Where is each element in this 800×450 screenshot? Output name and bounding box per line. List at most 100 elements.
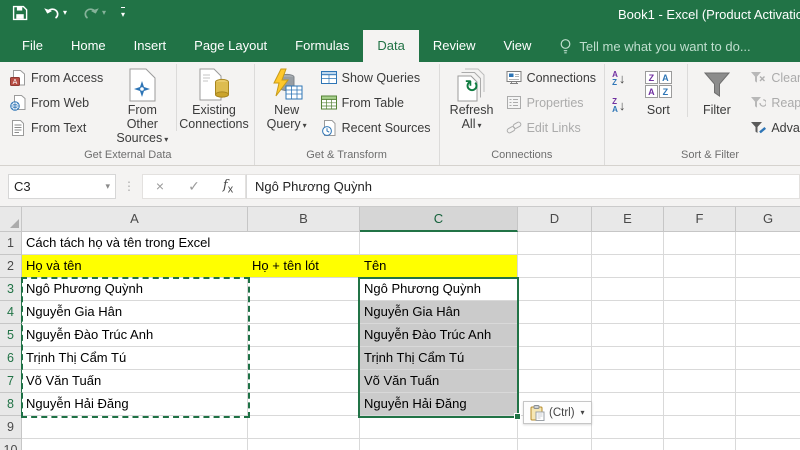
cell-F1[interactable] xyxy=(664,232,736,255)
cell-B1[interactable] xyxy=(248,232,360,255)
cell-E2[interactable] xyxy=(592,255,664,278)
cell-A6[interactable]: Trịnh Thị Cẩm Tú xyxy=(22,347,248,370)
row-header-6[interactable]: 6 xyxy=(0,347,22,370)
filter-button[interactable]: Filter xyxy=(687,64,745,117)
cell-C9[interactable] xyxy=(360,416,518,439)
row-header-4[interactable]: 4 xyxy=(0,301,22,324)
cell-A7[interactable]: Võ Văn Tuấn xyxy=(22,370,248,393)
cell-G3[interactable] xyxy=(736,278,800,301)
insert-function-icon[interactable]: fx xyxy=(211,177,245,196)
cell-F2[interactable] xyxy=(664,255,736,278)
cell-E3[interactable] xyxy=(592,278,664,301)
tab-view[interactable]: View xyxy=(489,30,545,62)
cell-A10[interactable] xyxy=(22,439,248,450)
cell-G6[interactable] xyxy=(736,347,800,370)
cell-B3[interactable] xyxy=(248,278,360,301)
row-header-2[interactable]: 2 xyxy=(0,255,22,278)
cell-B6[interactable] xyxy=(248,347,360,370)
cell-G7[interactable] xyxy=(736,370,800,393)
redo-button[interactable]: ▾ xyxy=(82,6,106,20)
column-header-F[interactable]: F xyxy=(664,207,736,232)
tab-data[interactable]: Data xyxy=(363,30,419,62)
cell-C10[interactable] xyxy=(360,439,518,450)
cell-E9[interactable] xyxy=(592,416,664,439)
cell-F3[interactable] xyxy=(664,278,736,301)
sort-ascending-button[interactable]: AZ ↓ xyxy=(608,65,629,92)
fill-handle[interactable] xyxy=(514,413,521,420)
save-button[interactable] xyxy=(12,5,28,21)
paste-options-button[interactable]: (Ctrl) ▾ xyxy=(523,401,592,424)
from-other-sources-button[interactable]: From Other Sources ▾ xyxy=(108,64,176,147)
row-header-10[interactable]: 10 xyxy=(0,439,22,450)
cell-G9[interactable] xyxy=(736,416,800,439)
tell-me-box[interactable]: Tell me what you want to do... xyxy=(559,30,751,62)
sort-descending-button[interactable]: ZA ↓ xyxy=(608,92,629,119)
cell-D6[interactable] xyxy=(518,347,592,370)
row-header-1[interactable]: 1 xyxy=(0,232,22,255)
show-queries-button[interactable]: Show Queries xyxy=(316,65,436,90)
cell-C6[interactable]: Trịnh Thị Cẩm Tú xyxy=(360,347,518,370)
cell-F8[interactable] xyxy=(664,393,736,416)
redo-dropdown-icon[interactable]: ▾ xyxy=(102,9,106,17)
cell-A8[interactable]: Nguyễn Hải Đăng xyxy=(22,393,248,416)
column-header-A[interactable]: A xyxy=(22,207,248,232)
name-box-dropdown-icon[interactable]: ▾ xyxy=(105,181,110,192)
cell-G4[interactable] xyxy=(736,301,800,324)
refresh-all-button[interactable]: ↻ Refresh All ▾ xyxy=(443,64,501,133)
cell-A4[interactable]: Nguyễn Gia Hân xyxy=(22,301,248,324)
tab-page-layout[interactable]: Page Layout xyxy=(180,30,281,62)
cell-E10[interactable] xyxy=(592,439,664,450)
from-web-button[interactable]: From Web xyxy=(5,90,108,115)
cell-C4[interactable]: Nguyễn Gia Hân xyxy=(360,301,518,324)
cell-D3[interactable] xyxy=(518,278,592,301)
cell-D7[interactable] xyxy=(518,370,592,393)
column-header-C[interactable]: C xyxy=(360,207,518,232)
tab-file[interactable]: File xyxy=(8,30,57,62)
cell-C8[interactable]: Nguyễn Hải Đăng xyxy=(360,393,518,416)
properties-button[interactable]: Properties xyxy=(501,90,602,115)
cell-F5[interactable] xyxy=(664,324,736,347)
cell-E8[interactable] xyxy=(592,393,664,416)
recent-sources-button[interactable]: Recent Sources xyxy=(316,115,436,140)
cell-E1[interactable] xyxy=(592,232,664,255)
existing-connections-button[interactable]: Existing Connections xyxy=(176,64,250,131)
cell-D4[interactable] xyxy=(518,301,592,324)
cell-C7[interactable]: Võ Văn Tuấn xyxy=(360,370,518,393)
reapply-filter-button[interactable]: Reapply xyxy=(745,90,800,115)
new-query-button[interactable]: New Query ▾ xyxy=(258,64,316,133)
cancel-icon[interactable]: × xyxy=(143,178,177,194)
tab-review[interactable]: Review xyxy=(419,30,490,62)
cell-B4[interactable] xyxy=(248,301,360,324)
connections-button[interactable]: Connections xyxy=(501,65,602,90)
row-header-3[interactable]: 3 xyxy=(0,278,22,301)
cell-B7[interactable] xyxy=(248,370,360,393)
cell-A9[interactable] xyxy=(22,416,248,439)
cell-E6[interactable] xyxy=(592,347,664,370)
cell-B8[interactable] xyxy=(248,393,360,416)
formula-bar-splitter[interactable]: ⋮ xyxy=(123,179,135,193)
cell-E4[interactable] xyxy=(592,301,664,324)
cell-B9[interactable] xyxy=(248,416,360,439)
cell-B10[interactable] xyxy=(248,439,360,450)
column-header-D[interactable]: D xyxy=(518,207,592,232)
paste-options-caret-icon[interactable]: ▾ xyxy=(581,408,585,417)
name-box[interactable]: C3 ▾ xyxy=(8,173,116,199)
row-header-5[interactable]: 5 xyxy=(0,324,22,347)
row-header-8[interactable]: 8 xyxy=(0,393,22,416)
cell-F6[interactable] xyxy=(664,347,736,370)
cell-F10[interactable] xyxy=(664,439,736,450)
cell-C5[interactable]: Nguyễn Đào Trúc Anh xyxy=(360,324,518,347)
tab-home[interactable]: Home xyxy=(57,30,120,62)
cell-D2[interactable] xyxy=(518,255,592,278)
cell-G2[interactable] xyxy=(736,255,800,278)
undo-dropdown-icon[interactable]: ▾ xyxy=(63,9,67,17)
cell-D5[interactable] xyxy=(518,324,592,347)
cell-F9[interactable] xyxy=(664,416,736,439)
customize-qat-button[interactable]: ▾ xyxy=(121,7,126,19)
cell-B2[interactable]: Họ + tên lót xyxy=(248,255,360,278)
cell-C2[interactable]: Tên xyxy=(360,255,518,278)
tab-insert[interactable]: Insert xyxy=(120,30,181,62)
cell-E7[interactable] xyxy=(592,370,664,393)
column-header-B[interactable]: B xyxy=(248,207,360,232)
sort-button[interactable]: ZAAZ Sort xyxy=(629,64,687,117)
